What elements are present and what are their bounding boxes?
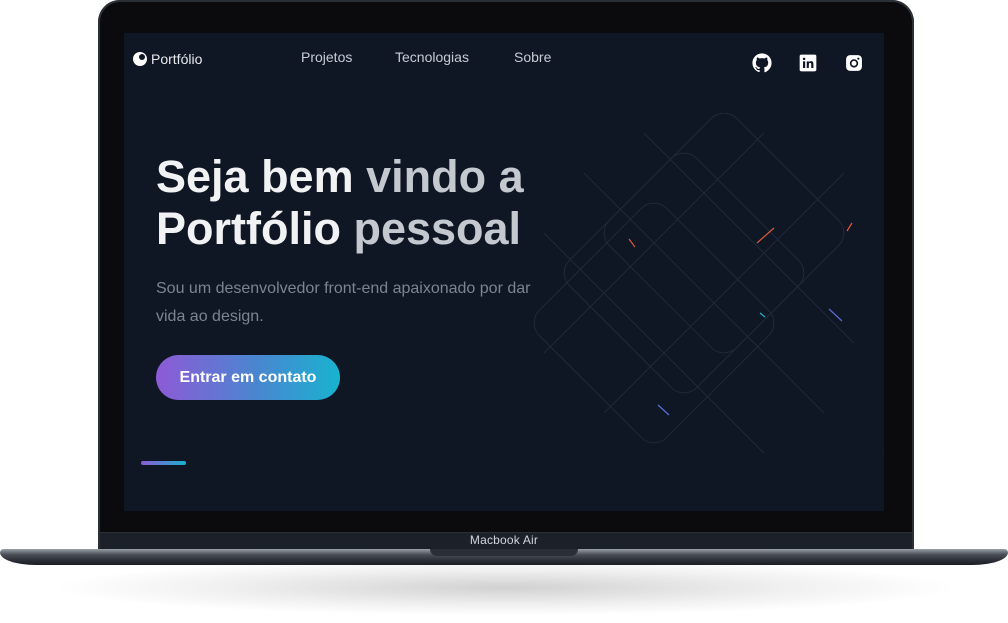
laptop-notch (430, 549, 578, 556)
nav-link-tecnologias[interactable]: Tecnologias (395, 49, 469, 65)
github-icon[interactable] (752, 53, 772, 73)
title-line2-bright: Portfólio (156, 203, 354, 254)
instagram-icon[interactable] (844, 53, 864, 73)
hero-title: Seja bem vindo a Portfólio pessoal (156, 151, 524, 255)
logo-text: Portfólio (151, 51, 203, 67)
hero-subtitle: Sou um desenvolvedor front-end apaixonad… (156, 280, 531, 325)
contact-button[interactable]: Entrar em contato (156, 355, 340, 400)
background-pattern (533, 113, 884, 454)
linkedin-icon[interactable] (798, 53, 818, 73)
device-model-label: Macbook Air (469, 533, 539, 547)
title-line1-dim: vindo a (366, 151, 524, 202)
slide-indicator (141, 461, 186, 465)
laptop-shadow (60, 560, 950, 615)
nav-link-sobre[interactable]: Sobre (514, 49, 551, 65)
website-screen: Portfólio Projetos Tecnologias Sobre Sej… (124, 33, 884, 511)
logo-icon (133, 52, 147, 66)
nav-link-projetos[interactable]: Projetos (301, 49, 352, 65)
title-line1-bright: Seja bem (156, 151, 367, 202)
title-line2-dim: pessoal (353, 203, 522, 254)
site-logo[interactable]: Portfólio (133, 49, 202, 69)
top-navigation: Portfólio Projetos Tecnologias Sobre (124, 33, 884, 85)
